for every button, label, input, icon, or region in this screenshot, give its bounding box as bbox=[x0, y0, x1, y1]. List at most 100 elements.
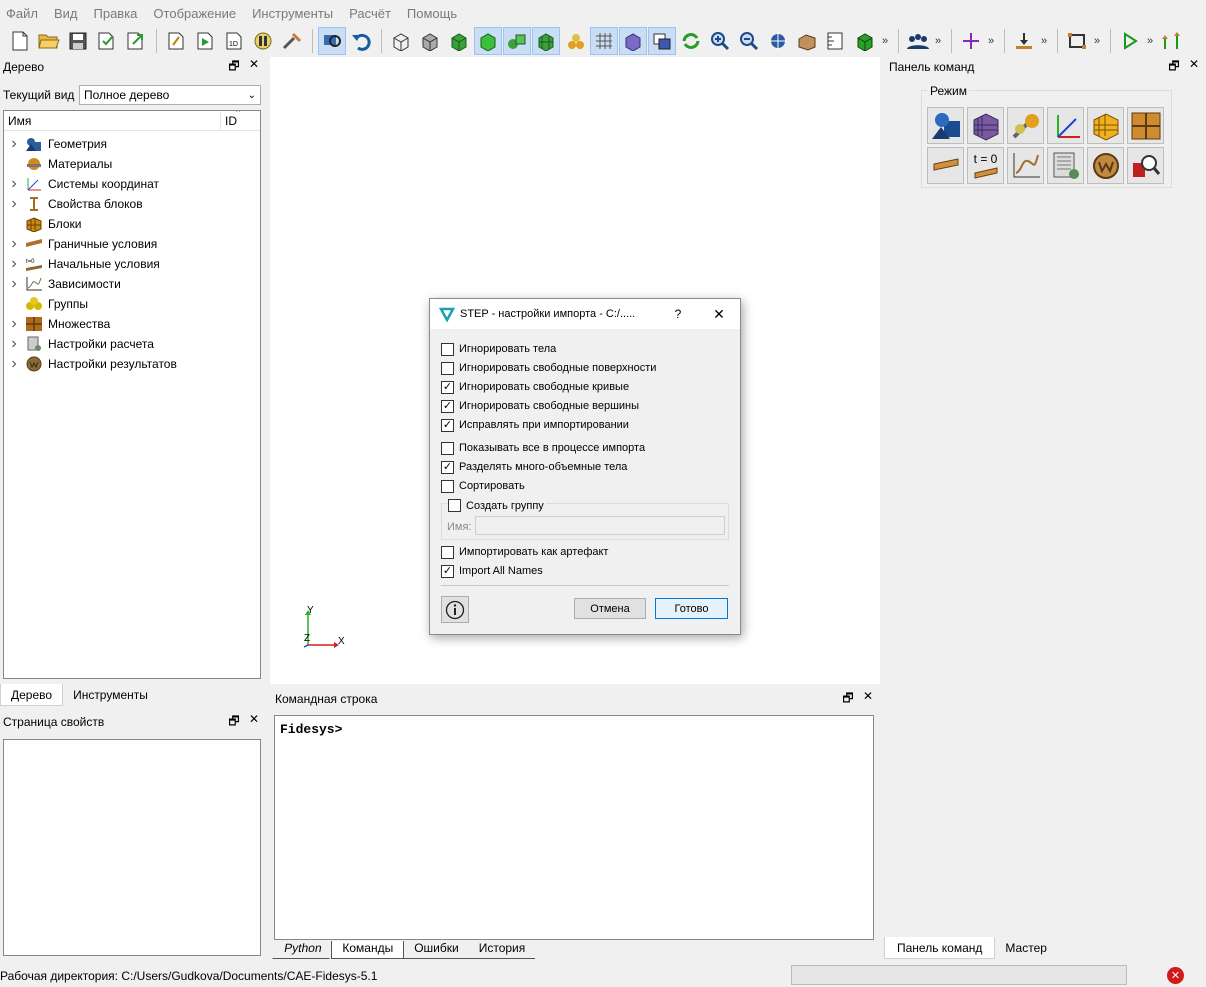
tab-tools[interactable]: Инструменты bbox=[63, 684, 158, 706]
load-icon[interactable] bbox=[1010, 27, 1038, 55]
tree-item[interactable]: › Настройки расчета bbox=[4, 334, 260, 354]
undo-icon[interactable] bbox=[347, 27, 375, 55]
tree-item[interactable]: › Геометрия bbox=[4, 134, 260, 154]
geometry-shade-icon[interactable] bbox=[503, 27, 531, 55]
inspect-mode-icon[interactable] bbox=[1127, 147, 1164, 184]
import-option-row[interactable]: ✓ Игнорировать свободные кривые bbox=[441, 378, 629, 396]
sets-mode-icon[interactable] bbox=[1127, 107, 1164, 144]
option-checkbox[interactable] bbox=[441, 342, 454, 356]
group-name-input[interactable] bbox=[475, 516, 725, 535]
create-group-checkbox[interactable] bbox=[448, 499, 461, 512]
option-checkbox[interactable] bbox=[441, 479, 454, 493]
tab-command-panel[interactable]: Панель команд bbox=[884, 937, 996, 959]
hidden-line-icon[interactable] bbox=[416, 27, 444, 55]
toolbar-overflow-1[interactable]: » bbox=[880, 35, 890, 47]
tree-item[interactable]: › Множества bbox=[4, 314, 260, 334]
users-icon[interactable] bbox=[904, 27, 932, 55]
col-name-header[interactable]: Имя bbox=[4, 114, 220, 128]
blocks-mode-icon[interactable] bbox=[1087, 107, 1124, 144]
menu-tools[interactable]: Инструменты bbox=[252, 6, 340, 21]
cancel-button[interactable]: Отмена bbox=[574, 598, 646, 619]
col-id-header[interactable]: ID bbox=[221, 114, 237, 128]
option-checkbox[interactable]: ✓ bbox=[441, 460, 454, 474]
expand-arrow-icon[interactable]: › bbox=[4, 355, 24, 373]
open-folder-icon[interactable] bbox=[35, 27, 63, 55]
wireframe-icon[interactable] bbox=[387, 27, 415, 55]
import-option-row[interactable]: ✓ Игнорировать свободные вершины bbox=[441, 397, 639, 415]
menu-edit[interactable]: Правка bbox=[94, 6, 145, 21]
float-icon[interactable]: 🗗 bbox=[842, 689, 854, 710]
option-checkbox[interactable]: ✓ bbox=[441, 399, 454, 413]
expand-arrow-icon[interactable]: › bbox=[4, 315, 24, 333]
option-checkbox[interactable]: ✓ bbox=[441, 418, 454, 432]
import-option-row[interactable]: Показывать все в процессе импорта bbox=[441, 439, 645, 457]
grid-icon[interactable] bbox=[590, 27, 618, 55]
menu-help[interactable]: Помощь bbox=[407, 6, 464, 21]
option-checkbox[interactable]: ✓ bbox=[441, 564, 454, 578]
tab-master[interactable]: Мастер bbox=[995, 937, 1057, 959]
geometry-mode-icon[interactable] bbox=[927, 107, 964, 144]
mesh-shade-icon[interactable] bbox=[532, 27, 560, 55]
tab-tree[interactable]: Дерево bbox=[0, 684, 64, 706]
boundary-mode-icon[interactable] bbox=[927, 147, 964, 184]
import-option-row[interactable]: Игнорировать свободные поверхности bbox=[441, 359, 656, 377]
save-as-icon[interactable] bbox=[93, 27, 121, 55]
journal-icon[interactable]: 1D bbox=[220, 27, 248, 55]
option-checkbox[interactable]: ✓ bbox=[441, 380, 454, 394]
expand-arrow-icon[interactable]: › bbox=[4, 335, 24, 353]
box-view-icon[interactable] bbox=[793, 27, 821, 55]
export-icon[interactable] bbox=[122, 27, 150, 55]
expand-arrow-icon[interactable]: › bbox=[4, 255, 24, 273]
smooth-shade-icon[interactable] bbox=[474, 27, 502, 55]
expand-arrow-icon[interactable]: › bbox=[4, 175, 24, 193]
tree-item[interactable]: Блоки bbox=[4, 214, 260, 234]
menu-file[interactable]: Файл bbox=[6, 6, 45, 21]
tree-item[interactable]: Группы bbox=[4, 294, 260, 314]
toolbar-overflow-2[interactable]: » bbox=[933, 35, 943, 47]
dialog-close-button[interactable]: ✕ bbox=[698, 306, 740, 323]
constraint-icon[interactable] bbox=[1063, 27, 1091, 55]
axes-mode-icon[interactable] bbox=[1047, 107, 1084, 144]
menu-display[interactable]: Отображение bbox=[153, 6, 243, 21]
import-option-row[interactable]: Сортировать bbox=[441, 477, 525, 495]
cube-view-icon[interactable] bbox=[851, 27, 879, 55]
import-option-row[interactable]: ✓ Исправлять при импортировании bbox=[441, 416, 629, 434]
float-icon[interactable]: 🗗 bbox=[1168, 57, 1180, 78]
option-checkbox[interactable] bbox=[441, 545, 454, 559]
ok-button[interactable]: Готово bbox=[655, 598, 728, 619]
fit-view-icon[interactable] bbox=[764, 27, 792, 55]
expand-arrow-icon[interactable]: › bbox=[4, 195, 24, 213]
import-extra-option-row[interactable]: Импортировать как артефакт bbox=[441, 543, 608, 561]
mesh-mode-icon[interactable] bbox=[967, 107, 1004, 144]
import-option-row[interactable]: Игнорировать тела bbox=[441, 340, 556, 358]
expand-arrow-icon[interactable]: › bbox=[4, 275, 24, 293]
close-icon[interactable]: ✕ bbox=[862, 689, 874, 710]
shaded-icon[interactable] bbox=[445, 27, 473, 55]
results-mode-icon[interactable] bbox=[1087, 147, 1124, 184]
toolbar-overflow-5[interactable]: » bbox=[1092, 35, 1102, 47]
reset-icon[interactable] bbox=[561, 27, 589, 55]
zoom-in-icon[interactable] bbox=[706, 27, 734, 55]
tab-history[interactable]: История bbox=[468, 941, 536, 959]
ruler-icon[interactable] bbox=[822, 27, 850, 55]
zoom-out-icon[interactable] bbox=[735, 27, 763, 55]
pause-icon[interactable] bbox=[249, 27, 277, 55]
tree-item[interactable]: › Зависимости bbox=[4, 274, 260, 294]
perspective-icon[interactable] bbox=[619, 27, 647, 55]
close-icon[interactable]: ✕ bbox=[248, 57, 260, 78]
rotate-view-icon[interactable] bbox=[318, 27, 346, 55]
refresh-icon[interactable] bbox=[677, 27, 705, 55]
float-icon[interactable]: 🗗 bbox=[228, 712, 240, 733]
import-extra-option-row[interactable]: ✓ Import All Names bbox=[441, 562, 543, 580]
tab-commands[interactable]: Команды bbox=[331, 941, 405, 959]
tools-icon[interactable] bbox=[278, 27, 306, 55]
option-checkbox[interactable] bbox=[441, 361, 454, 375]
option-checkbox[interactable] bbox=[441, 441, 454, 455]
tab-python[interactable]: Python bbox=[272, 941, 333, 959]
info-button[interactable] bbox=[441, 596, 469, 623]
expand-arrow-icon[interactable]: › bbox=[4, 135, 24, 153]
menu-view[interactable]: Вид bbox=[54, 6, 85, 21]
save-icon[interactable] bbox=[64, 27, 92, 55]
tree-item[interactable]: Материалы bbox=[4, 154, 260, 174]
float-icon[interactable]: 🗗 bbox=[228, 57, 240, 78]
